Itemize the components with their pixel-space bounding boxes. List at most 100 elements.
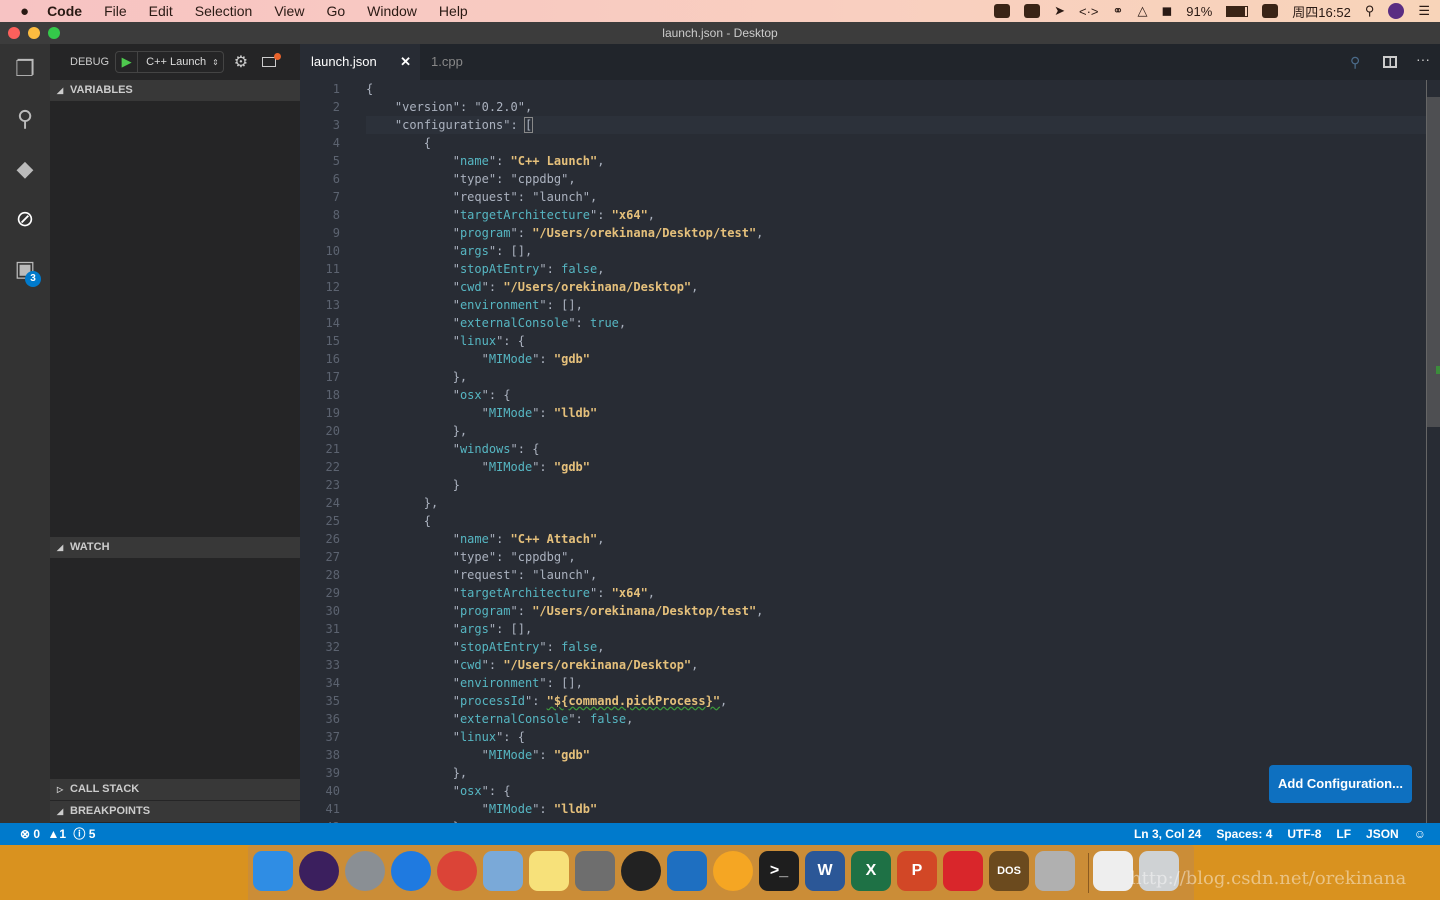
dock-keychain-icon[interactable] — [1035, 851, 1075, 891]
json-key: request — [459, 190, 511, 204]
search-icon[interactable]: ⚲ — [12, 106, 38, 132]
dock-system-preferences-icon[interactable] — [575, 851, 615, 891]
dock-word-icon[interactable]: W — [805, 851, 845, 891]
menu-edit[interactable]: Edit — [149, 3, 173, 19]
debug-icon[interactable]: ⊘ — [12, 206, 38, 232]
section-title: BREAKPOINTS — [70, 805, 151, 817]
json-key: name — [459, 532, 489, 546]
menu-selection[interactable]: Selection — [195, 3, 253, 19]
dock-mail-icon[interactable] — [483, 851, 523, 891]
dock-vscode-icon[interactable] — [667, 851, 707, 891]
dock-safari-icon[interactable] — [391, 851, 431, 891]
menu-view[interactable]: View — [274, 3, 304, 19]
notification-center-icon[interactable]: ☰ — [1418, 3, 1430, 19]
apple-icon[interactable]: ● — [20, 3, 29, 20]
microphone-icon[interactable] — [1024, 4, 1041, 18]
dock-infuse-icon[interactable] — [713, 851, 753, 891]
dock-notes-icon[interactable] — [529, 851, 569, 891]
dock-documents-icon[interactable] — [1093, 851, 1133, 891]
close-window-button[interactable] — [8, 27, 20, 39]
dock-terminal-icon[interactable]: >_ — [759, 851, 799, 891]
clock[interactable]: 周四16:52 — [1292, 2, 1351, 21]
json-value: [] — [561, 676, 576, 690]
code-line: } — [452, 478, 460, 492]
dock-parallels-icon[interactable] — [943, 851, 983, 891]
line-number: 39 — [325, 766, 340, 780]
line-number: 5 — [332, 154, 340, 168]
start-debugging-icon[interactable]: ▶ — [116, 52, 139, 72]
problems-indicator[interactable]: ⊗ 0 ▲1 ⓘ 5 — [20, 827, 95, 841]
volume-icon[interactable]: ◼ — [1161, 3, 1172, 19]
tab-1-cpp[interactable]: 1.cpp — [420, 44, 540, 80]
battery-icon[interactable] — [1226, 5, 1249, 17]
cloud-icon[interactable]: ⚭ — [1113, 3, 1124, 19]
menu-help[interactable]: Help — [439, 3, 468, 19]
menu-go[interactable]: Go — [326, 3, 345, 19]
section-variables[interactable]: ◢ VARIABLES — [50, 80, 300, 101]
line-number: 37 — [325, 730, 340, 744]
collapse-icon: ◢ — [57, 543, 64, 552]
send-icon[interactable]: ➤ — [1054, 3, 1065, 19]
line-number: 9 — [332, 226, 340, 240]
gear-icon[interactable]: ⚙ — [234, 52, 248, 72]
git-icon[interactable]: ◆ — [12, 156, 38, 182]
close-tab-icon[interactable]: ✕ — [400, 44, 411, 80]
dock: >_ W X P DOS — [248, 845, 1194, 900]
json-key: type — [459, 172, 489, 186]
section-call-stack[interactable]: ▷ CALL STACK — [50, 779, 300, 800]
end-of-line[interactable]: LF — [1336, 823, 1351, 845]
line-number: 2 — [332, 100, 340, 114]
split-editor-icon[interactable] — [1383, 56, 1397, 68]
encoding[interactable]: UTF-8 — [1287, 823, 1321, 845]
code-brackets-icon[interactable]: <·> — [1079, 4, 1099, 19]
json-key: name — [459, 154, 489, 168]
minimize-window-button[interactable] — [28, 27, 40, 39]
menu-window[interactable]: Window — [367, 3, 417, 19]
explorer-icon[interactable]: ❐ — [12, 56, 38, 82]
dock-excel-icon[interactable]: X — [851, 851, 891, 891]
cursor-position[interactable]: Ln 3, Col 24 — [1134, 823, 1201, 845]
code-line: "linux": { — [452, 730, 525, 744]
menu-file[interactable]: File — [104, 3, 127, 19]
section-breakpoints[interactable]: ◢ BREAKPOINTS — [50, 801, 300, 822]
section-watch[interactable]: ◢ WATCH — [50, 537, 300, 558]
feedback-smiley-icon[interactable]: ☺ — [1414, 823, 1426, 845]
dock-powerpoint-icon[interactable]: P — [897, 851, 937, 891]
language-mode[interactable]: JSON — [1366, 823, 1399, 845]
add-configuration-button[interactable]: Add Configuration... — [1269, 765, 1412, 803]
status-tray: ➤ <·> ⚭ △ ◼ 91% 周四16:52 ⚲ ☰ — [994, 0, 1430, 22]
json-value: { — [503, 388, 511, 402]
tab-launch-json[interactable]: launch.json ✕ — [300, 44, 420, 80]
json-key: request — [459, 568, 511, 582]
debug-console-icon[interactable] — [262, 53, 282, 67]
dock-dosbox-icon[interactable]: DOS — [989, 851, 1029, 891]
activity-bar: ❐ ⚲ ◆ ⊘ ▣ 3 — [0, 44, 50, 823]
maximize-window-button[interactable] — [48, 27, 60, 39]
debug-config-name[interactable]: C++ Launch — [138, 56, 212, 68]
more-actions-icon[interactable]: ··· — [1416, 51, 1430, 67]
scrollbar-thumb[interactable] — [1427, 97, 1440, 427]
code-line: }, — [452, 370, 468, 384]
json-key: args — [459, 244, 489, 258]
dock-siri-icon[interactable] — [299, 851, 339, 891]
dock-qq-icon[interactable] — [621, 851, 661, 891]
code-line: "targetArchitecture": "x64", — [452, 208, 656, 222]
open-changes-icon[interactable]: ⚲ — [1350, 54, 1360, 71]
json-key: stopAtEntry — [459, 262, 540, 276]
qq-tray-icon[interactable] — [994, 4, 1011, 18]
code-line: "environment": [], — [452, 676, 583, 690]
sogou-input-icon[interactable] — [1262, 4, 1279, 18]
indentation[interactable]: Spaces: 4 — [1216, 823, 1272, 845]
airplay-icon[interactable]: △ — [1137, 3, 1147, 19]
dock-launchpad-icon[interactable] — [345, 851, 385, 891]
siri-icon[interactable] — [1388, 3, 1405, 19]
debug-config-select[interactable]: ▶ C++ Launch ⇕ — [115, 51, 224, 73]
menu-app[interactable]: Code — [47, 3, 82, 19]
spotlight-icon[interactable]: ⚲ — [1365, 3, 1375, 19]
code-line: "externalConsole": true, — [452, 316, 627, 330]
dock-finder-icon[interactable] — [253, 851, 293, 891]
line-number: 14 — [325, 316, 340, 330]
line-number: 17 — [325, 370, 340, 384]
code-editor[interactable]: 1 {2 "version": "0.2.0", 3 "configurations… — [300, 80, 1440, 823]
dock-chrome-icon[interactable] — [437, 851, 477, 891]
